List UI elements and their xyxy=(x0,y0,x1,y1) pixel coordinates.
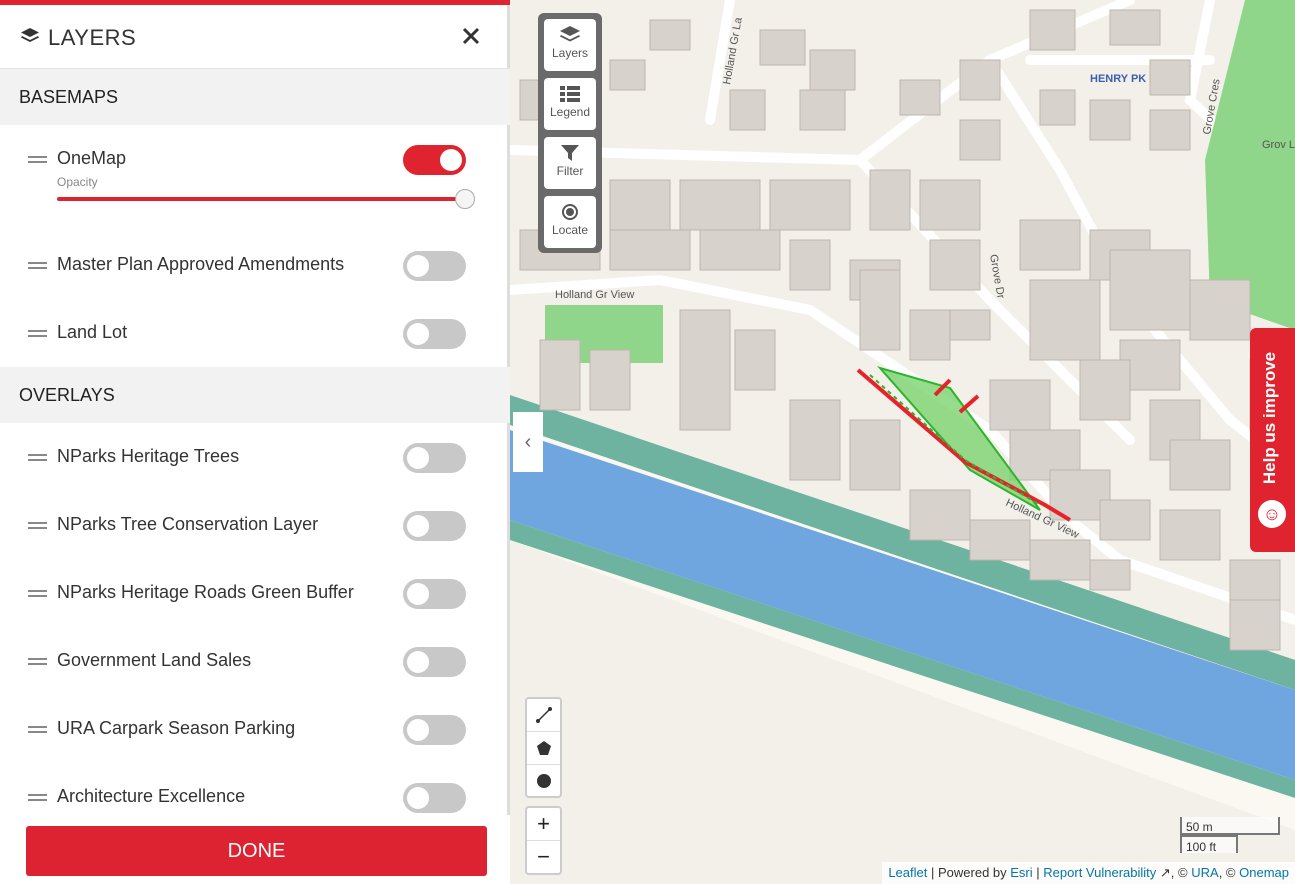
park-label: HENRY PK xyxy=(1090,73,1146,85)
zoom-out-button[interactable]: − xyxy=(527,841,560,873)
layer-toggle[interactable] xyxy=(403,783,466,813)
panel-title-text: LAYERS xyxy=(48,25,137,50)
map-basemap: Holland Gr View Holland Gr View Grove Dr… xyxy=(510,0,1295,884)
overlays-heading: OVERLAYS xyxy=(0,367,510,423)
done-button[interactable]: DONE xyxy=(26,826,487,876)
layer-row: NParks Heritage Trees xyxy=(0,423,510,491)
layer-toggle-onemap[interactable] xyxy=(403,145,466,175)
layer-row: Government Land Sales xyxy=(0,627,510,695)
drag-handle-icon[interactable] xyxy=(28,658,47,665)
drag-handle-icon[interactable] xyxy=(28,794,47,801)
layers-tool-button[interactable]: Layers xyxy=(544,19,596,71)
panel-footer: DONE xyxy=(0,815,510,884)
layer-toggle[interactable] xyxy=(403,647,466,677)
filter-icon xyxy=(561,145,579,161)
zoom-control: + − xyxy=(525,806,562,875)
layer-row: URA Carpark Season Parking xyxy=(0,695,510,763)
layers-list[interactable]: BASEMAPS OneMap Opacity Master Plan Appr… xyxy=(0,69,510,815)
locate-tool-button[interactable]: Locate xyxy=(544,196,596,248)
layer-label: NParks Tree Conservation Layer xyxy=(57,514,319,534)
tool-label: Locate xyxy=(551,223,589,237)
ura-link[interactable]: URA xyxy=(1191,865,1218,880)
tool-label: Layers xyxy=(551,46,589,60)
map-attribution: Leaflet | Powered by Esri | Report Vulne… xyxy=(882,862,1295,884)
copyright-text: , © xyxy=(1218,865,1236,880)
drag-handle-icon[interactable] xyxy=(28,330,47,337)
park-label: Grov Lane P/G xyxy=(1262,139,1295,151)
layer-row-onemap: OneMap Opacity xyxy=(0,125,510,231)
layer-row: Architecture Excellence xyxy=(0,763,510,815)
road-label: Holland Gr View xyxy=(555,289,634,301)
separator: | xyxy=(1036,865,1040,880)
layer-row: Land Lot xyxy=(0,299,510,367)
circle-icon xyxy=(536,774,551,788)
layers-icon xyxy=(20,25,40,51)
drag-handle-icon[interactable] xyxy=(28,262,47,269)
panel-header: LAYERS xyxy=(0,5,510,69)
layer-label: Land Lot xyxy=(57,322,128,342)
legend-icon xyxy=(560,86,580,102)
tool-label: Legend xyxy=(549,105,591,119)
layer-label: OneMap xyxy=(57,148,127,168)
draw-polygon-button[interactable] xyxy=(527,732,560,765)
drag-handle-icon[interactable] xyxy=(28,590,47,597)
panel-title: LAYERS xyxy=(20,25,136,51)
legend-tool-button[interactable]: Legend xyxy=(544,78,596,130)
powered-text: | Powered by xyxy=(931,865,1007,880)
layer-toggle[interactable] xyxy=(403,319,466,349)
drag-handle-icon[interactable] xyxy=(28,726,47,733)
external-link-icon: ↗ xyxy=(1159,865,1171,880)
layer-label: URA Carpark Season Parking xyxy=(57,718,296,738)
layer-toggle[interactable] xyxy=(403,579,466,609)
draw-circle-button[interactable] xyxy=(527,765,560,797)
help-label: Help us improve xyxy=(1260,351,1279,485)
layers-icon xyxy=(560,26,580,42)
layer-row: NParks Heritage Roads Green Buffer xyxy=(0,559,510,627)
opacity-slider[interactable] xyxy=(57,197,462,201)
map-canvas[interactable]: Holland Gr View Holland Gr View Grove Dr… xyxy=(510,0,1295,884)
tool-label: Filter xyxy=(556,164,584,178)
layer-toggle[interactable] xyxy=(403,715,466,745)
esri-link[interactable]: Esri xyxy=(1010,865,1032,880)
drag-handle-icon[interactable] xyxy=(28,522,47,529)
drag-handle-icon[interactable] xyxy=(28,454,47,461)
draw-line-button[interactable] xyxy=(527,699,560,732)
opacity-slider-handle[interactable] xyxy=(455,189,475,209)
layer-label: NParks Heritage Trees xyxy=(57,446,240,466)
close-icon[interactable] xyxy=(462,21,480,51)
report-vulnerability-link[interactable]: Report Vulnerability xyxy=(1043,865,1156,880)
onemap-link[interactable]: Onemap xyxy=(1239,865,1289,880)
layer-label: Architecture Excellence xyxy=(57,786,246,806)
polyline-icon xyxy=(535,707,552,723)
scale-metric: 50 m xyxy=(1180,817,1280,835)
collapse-panel-button[interactable]: ‹ xyxy=(513,412,543,472)
basemaps-heading: BASEMAPS xyxy=(0,69,510,125)
scale-bar: 50 m 100 ft xyxy=(1180,817,1280,854)
zoom-in-button[interactable]: + xyxy=(527,808,560,841)
polygon-icon xyxy=(536,741,551,755)
locate-icon xyxy=(562,204,578,220)
leaflet-link[interactable]: Leaflet xyxy=(888,865,927,880)
draw-toolbar xyxy=(525,697,562,798)
layer-row: Master Plan Approved Amendments xyxy=(0,231,510,299)
layer-label: Master Plan Approved Amendments xyxy=(57,254,345,274)
help-us-improve-button[interactable]: Help us improve ☺ xyxy=(1250,328,1295,552)
layer-toggle[interactable] xyxy=(403,251,466,281)
layer-label: Government Land Sales xyxy=(57,650,252,670)
scale-imperial: 100 ft xyxy=(1180,835,1238,854)
layer-toggle[interactable] xyxy=(403,511,466,541)
opacity-label: Opacity xyxy=(57,175,98,189)
layer-row: NParks Tree Conservation Layer xyxy=(0,491,510,559)
smiley-icon: ☺ xyxy=(1258,500,1286,528)
layers-panel: LAYERS BASEMAPS OneMap Opacity Master Pl… xyxy=(0,0,510,884)
filter-tool-button[interactable]: Filter xyxy=(544,137,596,189)
layer-toggle[interactable] xyxy=(403,443,466,473)
chevron-left-icon: ‹ xyxy=(524,430,532,453)
drag-handle-icon[interactable] xyxy=(28,156,47,163)
copyright-text: , © xyxy=(1170,865,1188,880)
layer-label: NParks Heritage Roads Green Buffer xyxy=(57,582,354,602)
